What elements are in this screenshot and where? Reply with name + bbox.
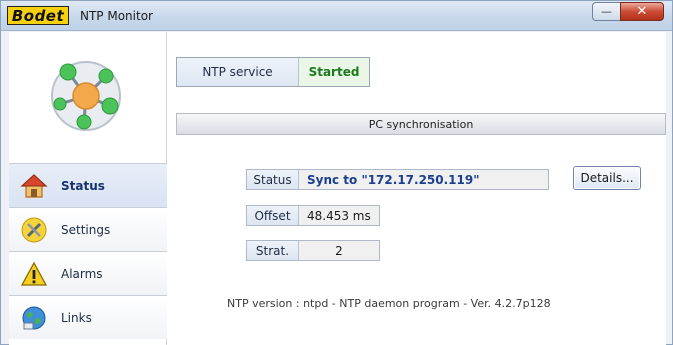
status-value: Sync to "172.17.250.119" — [299, 170, 548, 189]
details-button[interactable]: Details... — [573, 166, 641, 190]
ntp-service-value: Started — [299, 58, 369, 86]
status-field: Status Sync to "172.17.250.119" — [246, 169, 549, 190]
sidebar-item-label: Alarms — [61, 266, 103, 281]
sidebar-nav: Status Settings Alarms Links — [9, 163, 167, 339]
ntp-network-logo-icon — [51, 61, 121, 131]
bodet-logo-text: Bodet — [11, 6, 65, 25]
ntp-service-label: NTP service — [177, 58, 299, 86]
client-area: Status Settings Alarms Links NTP service… — [9, 32, 666, 345]
home-icon — [19, 171, 49, 201]
bodet-logo: Bodet — [7, 6, 69, 25]
stratum-field: Strat. 2 — [246, 240, 380, 261]
close-button[interactable]: ✕ — [620, 2, 664, 21]
ntp-version-text: NTP version : ntpd - NTP daemon program … — [227, 297, 551, 310]
sidebar-item-label: Status — [61, 178, 105, 193]
status-label: Status — [247, 170, 299, 189]
title-bar[interactable]: Bodet NTP Monitor — ✕ — [1, 1, 672, 31]
sidebar-item-label: Links — [61, 310, 92, 325]
sidebar: Status Settings Alarms Links — [9, 32, 167, 345]
offset-field: Offset 48.453 ms — [246, 205, 380, 226]
wrench-screwdriver-icon — [19, 215, 49, 245]
stratum-label: Strat. — [247, 241, 299, 260]
ntp-service-status: NTP service Started — [176, 57, 370, 87]
window-title: NTP Monitor — [80, 9, 153, 23]
stratum-value: 2 — [299, 241, 379, 260]
minimize-button[interactable]: — — [592, 2, 620, 21]
sidebar-item-settings[interactable]: Settings — [9, 207, 167, 251]
panel-title: PC synchronisation — [176, 113, 666, 135]
pc-sync-panel: PC synchronisation Status Sync to "172.1… — [176, 113, 666, 345]
app-window: Bodet NTP Monitor — ✕ Status Settings Al… — [0, 0, 673, 345]
sidebar-item-links[interactable]: Links — [9, 295, 167, 339]
sidebar-item-label: Settings — [61, 222, 111, 237]
sidebar-item-alarms[interactable]: Alarms — [9, 251, 167, 295]
globe-icon — [19, 303, 49, 333]
warning-icon — [19, 259, 49, 289]
window-controls: — ✕ — [592, 2, 664, 21]
offset-label: Offset — [247, 206, 299, 225]
sidebar-item-status[interactable]: Status — [9, 163, 167, 207]
offset-value: 48.453 ms — [299, 206, 379, 225]
